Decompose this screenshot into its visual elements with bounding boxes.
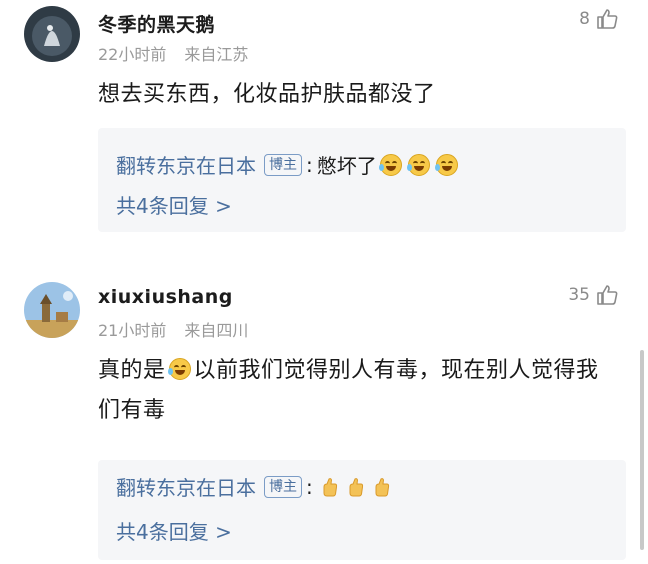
comment-meta: 21小时前 来自四川: [98, 317, 248, 341]
reply-author[interactable]: 翻转东京在日本: [116, 150, 256, 179]
reply-separator: :: [306, 474, 313, 499]
thumbs-up-icon: [597, 9, 618, 29]
view-replies-link[interactable]: 共4条回复 >: [116, 516, 232, 545]
like-button[interactable]: 8: [579, 8, 618, 30]
view-replies-link[interactable]: 共4条回复 >: [116, 190, 232, 219]
reply-box[interactable]: 翻转东京在日本 博主 : 共4条回复 >: [98, 460, 626, 560]
thumbs-up-icon: [597, 285, 618, 305]
username[interactable]: 冬季的黑天鹅: [98, 10, 215, 37]
thumbs-up-emoji: [323, 477, 337, 496]
scrollbar[interactable]: [640, 350, 644, 550]
author-badge: 博主: [264, 153, 302, 176]
like-button[interactable]: 35: [568, 284, 618, 306]
thumbs-up-emoji: [375, 477, 389, 496]
laugh-cry-emoji: [434, 153, 458, 176]
comment-location: 来自四川: [184, 321, 249, 340]
like-count: 8: [579, 9, 590, 29]
reply-box[interactable]: 翻转东京在日本 博主 : 憋坏了 共4条回复 >: [98, 128, 626, 232]
username[interactable]: xiuxiushang: [98, 286, 233, 308]
comment-meta: 22小时前 来自江苏: [98, 41, 248, 65]
comment-text-start: 真的是: [98, 358, 166, 383]
laugh-cry-emoji: [167, 358, 191, 380]
avatar[interactable]: [24, 6, 80, 62]
comment-text: 真的是 以前我们觉得别人有毒，现在别人觉得我们有毒: [98, 351, 618, 431]
comment-text: 想去买东西，化妆品护肤品都没了: [98, 82, 436, 107]
reply-author[interactable]: 翻转东京在日本: [116, 472, 256, 501]
thumbs-up-emoji: [349, 477, 363, 496]
laugh-cry-emoji: [406, 153, 430, 176]
reply-text: 憋坏了: [316, 154, 377, 178]
reply-preview: 翻转东京在日本 博主 :: [116, 472, 391, 501]
comment-time: 21小时前: [98, 321, 167, 340]
reply-separator: :: [306, 152, 313, 177]
comment-time: 22小时前: [98, 45, 167, 64]
avatar[interactable]: [24, 282, 80, 338]
like-count: 35: [568, 285, 590, 305]
comment-location: 来自江苏: [184, 45, 249, 64]
laugh-cry-emoji: [378, 153, 402, 176]
reply-preview: 翻转东京在日本 博主 : 憋坏了: [116, 150, 461, 179]
author-badge: 博主: [264, 475, 302, 498]
